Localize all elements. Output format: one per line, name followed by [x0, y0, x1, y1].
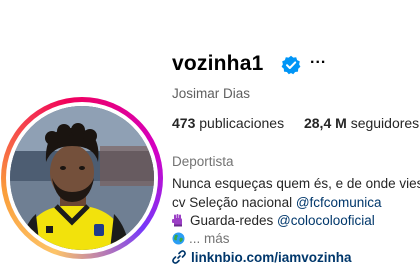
- profile-stats: 473 publicaciones 28,4 M seguidores: [172, 115, 420, 131]
- profile-avatar-story-ring[interactable]: [1, 97, 163, 259]
- mention-colocolooficial[interactable]: @colocolooficial: [277, 213, 375, 228]
- bio-link-text: linknbio.com/iamvozinha: [191, 250, 352, 265]
- mention-fcfcomunica[interactable]: @fcfcomunica: [296, 195, 382, 210]
- posts-count: 473: [172, 115, 196, 131]
- bio-line-1: Nunca esqueças quem és, e de onde vies: [172, 176, 420, 191]
- bio-line-2-text: cv Seleção nacional: [172, 195, 296, 210]
- bio-line-2: cv Seleção nacional @fcfcomunica: [172, 195, 382, 210]
- posts-stat[interactable]: 473 publicaciones: [172, 115, 288, 131]
- bio-line-3: Guarda-redes @colocolooficial: [172, 213, 375, 228]
- verified-badge-icon: [281, 55, 301, 75]
- more-options-button[interactable]: ...: [310, 51, 326, 67]
- followers-count: 28,4 M: [303, 115, 347, 131]
- followers-stat[interactable]: 28,4 M seguidores: [304, 115, 419, 131]
- profile-photo: [10, 106, 154, 250]
- bio-line-3-text: Guarda-redes: [190, 213, 278, 228]
- bio-line-4: ... más: [172, 231, 230, 246]
- profile-username[interactable]: vozinha1: [172, 52, 263, 76]
- profile-avatar: [10, 106, 154, 250]
- link-icon: [172, 250, 186, 264]
- bio-more-link[interactable]: ... más: [189, 231, 230, 246]
- goalkeeper-glove-emoji: [172, 214, 182, 227]
- profile-category: Deportista: [172, 154, 234, 169]
- profile-full-name: Josimar Dias: [172, 86, 251, 101]
- bio-external-link[interactable]: linknbio.com/iamvozinha: [172, 250, 352, 265]
- posts-label: publicaciones: [199, 115, 285, 131]
- globe-emoji: [172, 232, 185, 245]
- followers-label: seguidores: [350, 115, 420, 131]
